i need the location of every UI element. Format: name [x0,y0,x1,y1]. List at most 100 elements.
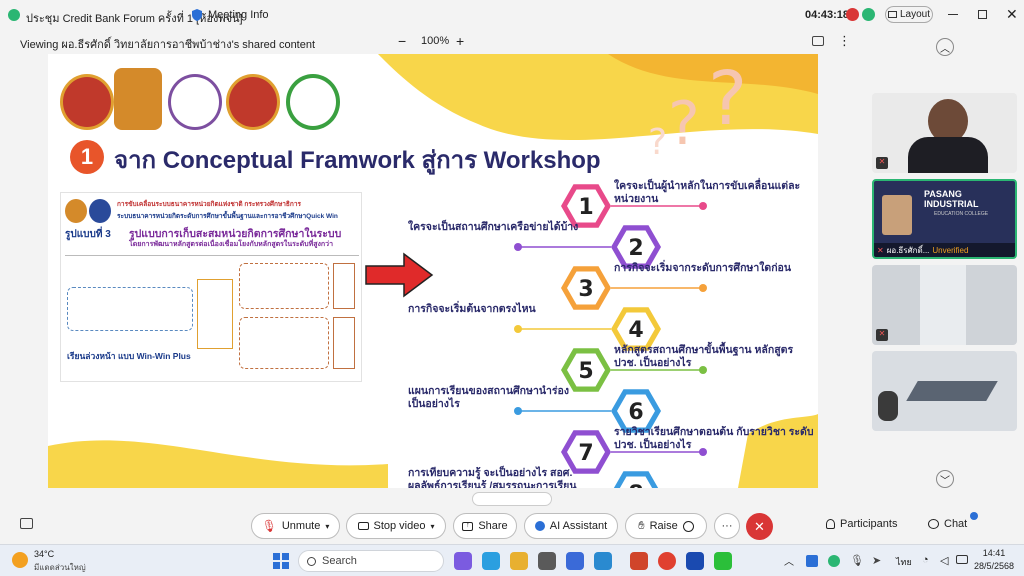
shield-icon[interactable] [190,8,204,22]
webex-taskbar-icon[interactable] [686,552,704,570]
clock-time[interactable]: 14:41 [974,548,1014,558]
raise-hand-button[interactable]: ✋︎ Raise [625,513,707,539]
zoom-in-button[interactable]: + [456,33,464,49]
ai-assistant-button[interactable]: AI Assistant [524,513,618,539]
tray-location-icon[interactable]: ➤ [872,554,881,567]
more-button[interactable]: ··· [714,513,740,539]
unmute-button[interactable]: 🎙︎ Unmute ▾ [251,513,340,539]
more-options-icon[interactable]: ⋮ [838,33,851,49]
close-icon[interactable]: ✕ [1006,6,1018,23]
step-number-2: 2 [628,236,643,261]
zoom-out-button[interactable]: − [398,33,406,49]
hand-icon: ✋︎ [638,519,645,532]
participant-tile-4[interactable] [872,351,1017,431]
viewing-label: Viewing ผอ.ธีรศักดิ์ วิทยาลัยการอาชีพบ้า… [20,39,316,51]
mail-icon[interactable] [566,552,584,570]
leave-meeting-button[interactable]: ✕ [746,513,773,540]
step-dot-3 [699,284,707,292]
weather-desc[interactable]: มีแดดส่วนใหญ่ [34,561,86,574]
powerpoint-icon[interactable] [630,552,648,570]
weather-sun-icon[interactable] [12,552,28,568]
taskbar-search[interactable]: Search [298,550,444,572]
restore-icon[interactable] [978,10,987,19]
control-bar: 🎙︎ Unmute ▾ Stop video ▾ ↑ Share AI Assi… [0,508,1024,542]
step-dot-4 [514,325,522,333]
meeting-timer: 04:43:18 [805,9,850,21]
banner-sub: EDUCATION COLLEGE [934,211,989,217]
unverified-label: Unverified [932,245,969,255]
meeting-info-button[interactable]: Meeting Info [208,9,269,21]
share-toolbar: Viewing ผอ.ธีรศักดิ์ วิทยาลัยการอาชีพบ้า… [0,30,1024,54]
collapse-toolbar-handle[interactable] [472,492,552,506]
room-person [878,391,898,421]
people-icon [826,519,835,529]
muted-mic-icon: ✕ [876,157,888,169]
weather-temp[interactable]: 34°C [34,549,54,559]
volume-icon[interactable]: ◁ [940,554,948,567]
windows-taskbar: 34°C มีแดดส่วนใหญ่ Search ︿ 🎙︎ ➤ ไทย ◔ ◁… [0,544,1024,576]
shared-slide: ? ? ? 1 จาก Conceptual Framwork สู่การ W… [48,54,818,488]
step-label-3: การกิจจะเริ่มจากระดับการศึกษาใดก่อน [614,262,792,274]
step-number-8: 8 [628,482,643,488]
video-camera-icon [357,522,369,530]
webex-logo-icon [8,9,20,21]
store-icon[interactable] [538,552,556,570]
reactions-icon [682,520,694,532]
status-icon[interactable] [862,8,875,21]
layout-grid-icon [887,11,897,18]
language-indicator[interactable]: ไทย [896,555,912,569]
minimize-icon[interactable] [948,14,958,15]
participant-suit [908,137,988,173]
step-number-6: 6 [628,400,643,425]
tray-app-icon[interactable] [806,555,818,567]
participant-tile-1[interactable]: ✕ [872,93,1017,173]
share-button[interactable]: ↑ Share [453,513,517,539]
muted-mic-icon: 🎙︎ [261,519,277,533]
step-number-1: 1 [578,195,593,220]
tray-chevron-icon[interactable]: ︿ [784,553,794,568]
chat-bubble-icon [928,519,939,529]
chat-notification-badge [970,512,978,520]
step-dot-2 [514,243,522,251]
banner-portrait [882,195,912,235]
share-view-icon[interactable] [812,36,824,46]
step-label-8: การเทียบความรู้ จะเป็นอย่างไร สอศ. ผลลัพ… [408,467,577,488]
chat-button[interactable]: Chat [928,518,967,530]
participants-button[interactable]: Participants [826,518,897,530]
tile-name-bar: ✕ ผอ.ธีรศักดิ์... Unverified [874,243,1015,257]
chrome-icon[interactable] [658,552,676,570]
participant-tile-3[interactable]: ✕ [872,265,1017,345]
copilot-icon[interactable] [454,552,472,570]
chevron-down-icon: ▾ [325,521,330,531]
step-number-4: 4 [628,318,643,343]
room-table [906,381,998,401]
ai-assistant-icon [534,521,545,531]
search-icon [307,556,316,566]
recording-icon[interactable] [846,8,859,21]
muted-mic-icon: ✕ [876,329,888,341]
title-bar: ประชุม Credit Bank Forum ครั้งที่ 1 [ห้อ… [0,0,1024,30]
participant-tile-2[interactable]: PASANG INDUSTRIAL EDUCATION COLLEGE ✕ ผอ… [872,179,1017,259]
tray-webex-icon[interactable] [828,555,840,567]
stop-video-button[interactable]: Stop video ▾ [346,513,446,539]
line-icon[interactable] [714,552,732,570]
windows-start-icon[interactable] [273,553,289,569]
battery-icon[interactable] [956,555,968,564]
step-number-5: 5 [578,359,593,384]
wifi-icon[interactable]: ◔ [922,554,929,566]
step-number-3: 3 [578,277,593,302]
edge-icon[interactable] [482,552,500,570]
tray-mic-icon[interactable]: 🎙︎ [850,554,864,567]
step-label-4: การกิจจะเริ่มต้นจากตรงไหน [408,303,536,315]
layout-button[interactable]: Layout [885,6,933,23]
zoom-level: 100% [421,35,450,47]
gallery-scroll-up-icon[interactable]: ︿ [936,38,954,56]
file-explorer-icon[interactable] [510,552,528,570]
muted-mic-icon: ✕ [877,245,884,255]
clock-date[interactable]: 28/5/2568 [974,561,1014,571]
gallery-scroll-down-icon[interactable]: ﹀ [936,470,954,488]
word-icon[interactable] [594,552,612,570]
step-label-6: แผนการเรียนของสถานศึกษานำร่อง เป็นอย่างไ… [408,385,569,410]
captions-icon[interactable] [20,518,33,529]
banner-text: PASANG INDUSTRIAL [924,189,979,209]
